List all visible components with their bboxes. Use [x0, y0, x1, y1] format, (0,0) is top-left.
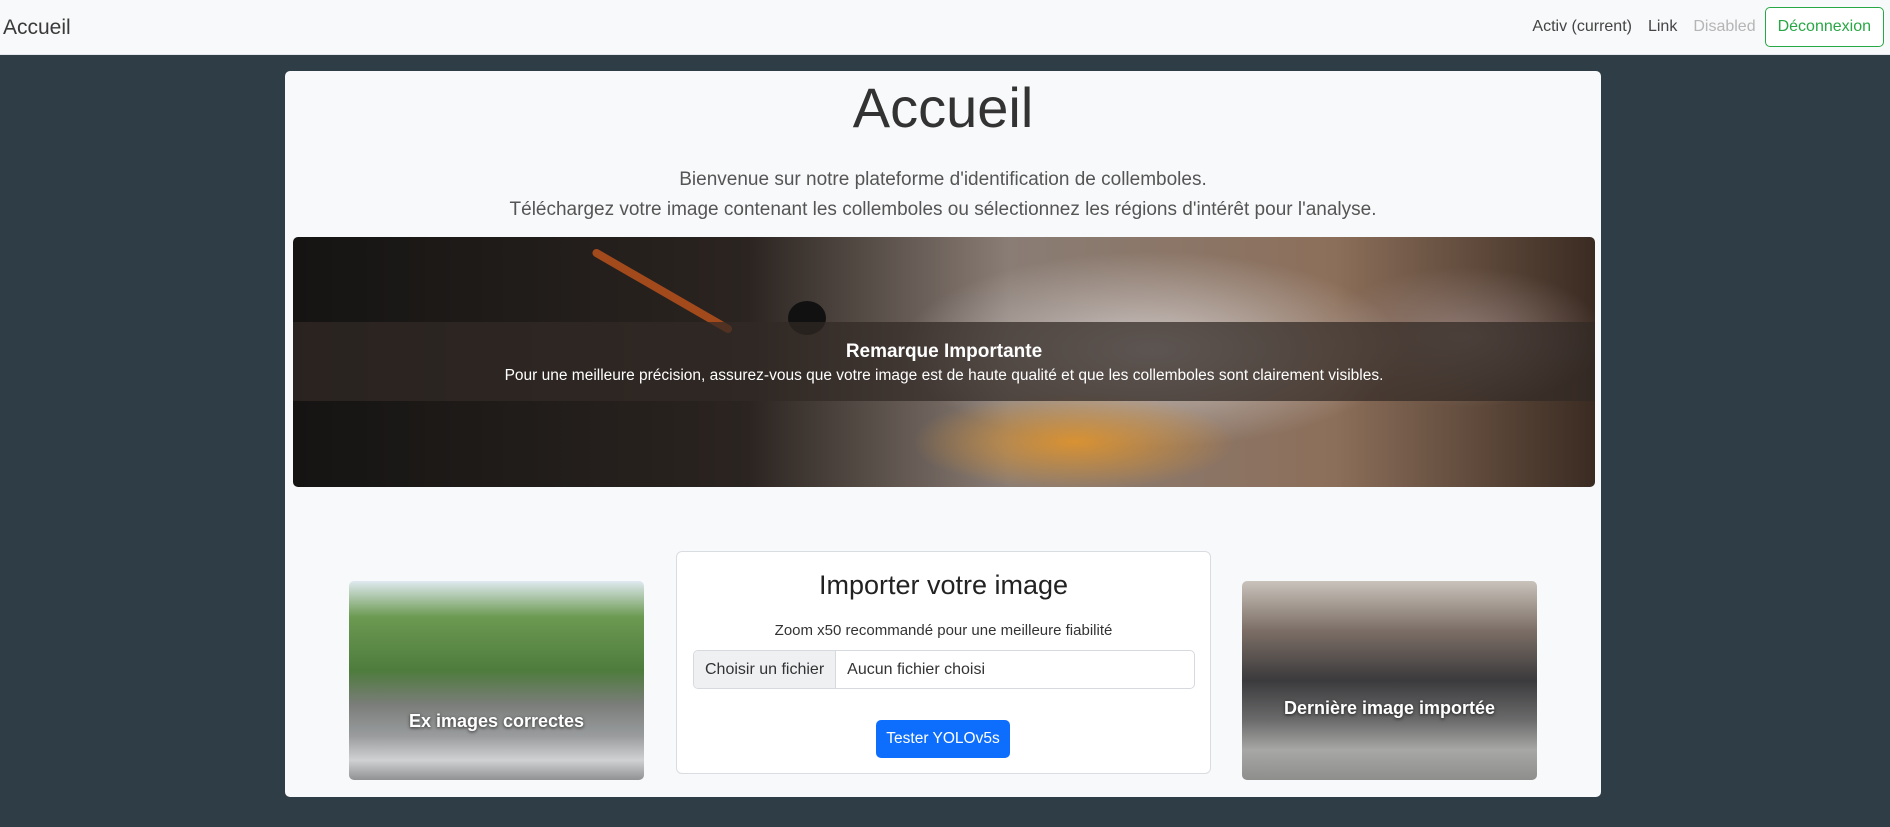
navbar-brand[interactable]: Accueil — [3, 16, 71, 40]
upload-title: Importer votre image — [818, 570, 1069, 600]
example-images-label: Ex images correctes — [408, 711, 585, 731]
logout-button[interactable]: Déconnexion — [1764, 7, 1884, 47]
upload-subtitle: Zoom x50 recommandé pour une meilleure f… — [774, 622, 1113, 639]
upload-card: Importer votre image Zoom x50 recommandé… — [676, 551, 1211, 774]
top-navbar: Accueil Activ (current) Link Disabled Dé… — [0, 0, 1890, 55]
last-image-label: Dernière image importée — [1283, 698, 1496, 718]
caption-text: Pour une meilleure précision, assurez-vo… — [504, 367, 1384, 384]
intro-line-1: Bienvenue sur notre plateforme d'identif… — [679, 169, 1207, 190]
intro-text: Bienvenue sur notre plateforme d'identif… — [285, 165, 1601, 225]
page-title: Accueil — [852, 76, 1034, 139]
intro-line-2: Téléchargez votre image contenant les co… — [509, 199, 1377, 220]
banner-caption: Remarque Importante Pour une meilleure p… — [293, 322, 1595, 401]
hero-banner-image: Remarque Importante Pour une meilleure p… — [293, 237, 1595, 487]
last-image-card[interactable]: Dernière image importée — [1242, 581, 1537, 780]
nav-link-active[interactable]: Activ (current) — [1532, 18, 1632, 36]
nav-link-link[interactable]: Link — [1648, 18, 1677, 36]
main-card: Accueil Bienvenue sur notre plateforme d… — [285, 71, 1601, 797]
nav-link-disabled: Disabled — [1693, 18, 1756, 35]
file-input[interactable]: Choisir un fichier Aucun fichier choisi — [693, 650, 1195, 689]
caption-title: Remarque Importante — [845, 341, 1043, 362]
choose-file-button[interactable]: Choisir un fichier — [694, 651, 837, 688]
test-yolo-button[interactable]: Tester YOLOv5s — [876, 720, 1010, 758]
example-images-card[interactable]: Ex images correctes — [349, 581, 644, 780]
navbar-links: Activ (current) Link Disabled Déconnexio… — [1516, 7, 1884, 47]
file-status: Aucun fichier choisi — [847, 660, 985, 678]
